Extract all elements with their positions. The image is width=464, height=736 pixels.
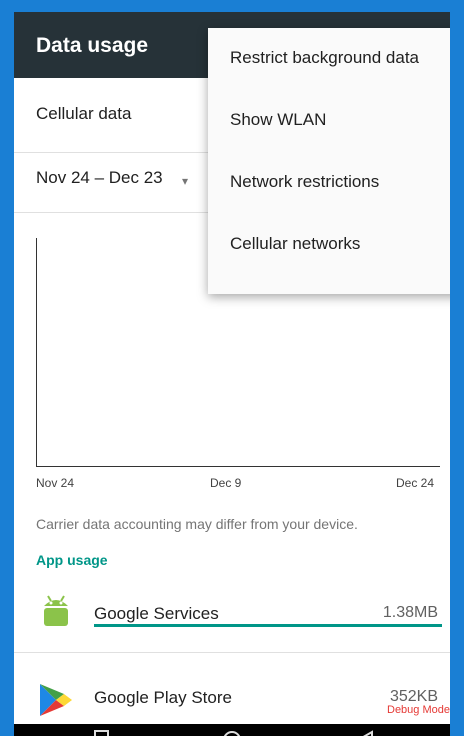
usage-progress-bar <box>94 624 442 627</box>
graph-x-axis <box>36 466 440 467</box>
triangle-icon[interactable] <box>354 728 374 736</box>
cycle-selector[interactable]: Nov 24 – Dec 23 <box>36 168 163 188</box>
menu-item-restrict-background[interactable]: Restrict background data <box>208 28 450 90</box>
menu-item-label: Restrict background data <box>230 48 419 67</box>
menu-item-network-restrictions[interactable]: Network restrictions <box>208 152 450 214</box>
menu-item-label: Network restrictions <box>230 172 380 191</box>
app-row-google-services[interactable]: Google Services 1.38MB <box>14 580 450 636</box>
app-size: 1.38MB <box>382 604 438 621</box>
dropdown-arrow-icon[interactable]: ▾ <box>182 174 188 188</box>
android-icon <box>36 590 76 630</box>
overflow-menu: Restrict background data Show WLAN Netwo… <box>208 28 450 294</box>
x-label-mid: Dec 9 <box>210 476 242 490</box>
menu-item-show-wlan[interactable]: Show WLAN <box>208 90 450 152</box>
app-name: Google Services <box>94 604 219 623</box>
x-label-end: Dec 24 <box>396 476 435 490</box>
app-name: Google Play Store <box>94 688 232 707</box>
circle-icon[interactable] <box>222 728 242 736</box>
page-title: Data usage <box>36 34 149 57</box>
debug-mode-label: Debug Mode <box>387 704 450 716</box>
app-row-google-play-store[interactable]: Google Play Store 352KB <box>14 668 450 724</box>
square-icon[interactable] <box>94 728 110 736</box>
phone-screen: Data usage Cellular data Nov 24 – Dec 23… <box>14 12 450 736</box>
data-source-selector[interactable]: Cellular data <box>36 104 131 124</box>
app-usage-header: App usage <box>36 552 108 568</box>
menu-item-label: Cellular networks <box>230 234 361 253</box>
x-label-start: Nov 24 <box>36 476 75 490</box>
graph-y-axis <box>36 238 37 466</box>
menu-item-cellular-networks[interactable]: Cellular networks <box>208 214 450 276</box>
menu-item-label: Show WLAN <box>230 110 327 129</box>
carrier-note: Carrier data accounting may differ from … <box>36 516 358 532</box>
play-store-icon <box>36 680 76 720</box>
divider <box>14 652 450 653</box>
navigation-bar <box>14 724 450 736</box>
